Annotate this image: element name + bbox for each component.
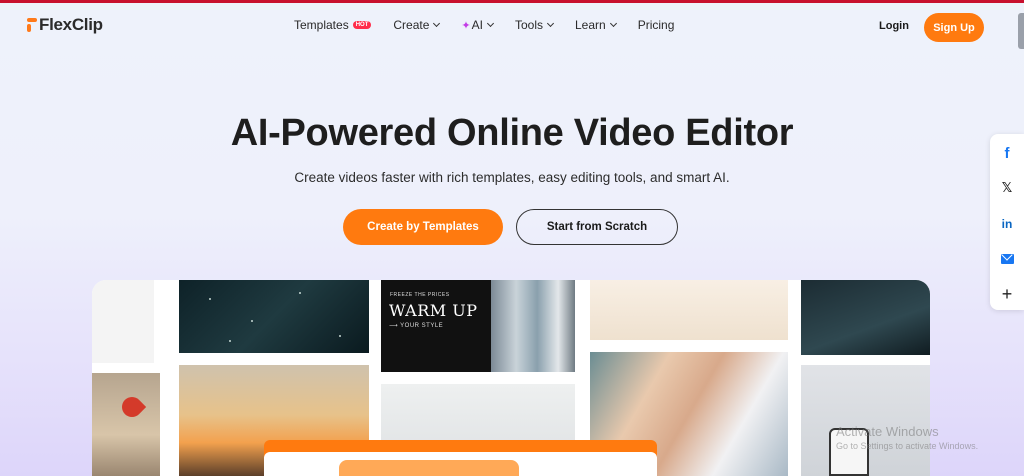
chevron-down-icon xyxy=(546,19,555,28)
logo-mark-icon xyxy=(26,17,38,33)
main-nav: Templates HOT Create ✦ AI Tools Learn Pr… xyxy=(294,18,696,32)
people-photo xyxy=(491,280,575,372)
watermark-subtitle: Go to Settings to activate Windows. xyxy=(836,441,979,451)
nav-label: Learn xyxy=(574,18,606,32)
sparkle-dot xyxy=(299,292,301,294)
chevron-down-icon xyxy=(486,19,495,28)
warm-up-title: WARM UP xyxy=(389,301,478,320)
nav-label: Templates xyxy=(294,18,349,32)
flexclip-logo[interactable]: FlexClip xyxy=(26,15,103,35)
sparkle-dot xyxy=(229,340,231,342)
signup-button[interactable]: Sign Up xyxy=(924,13,984,42)
login-link[interactable]: Login xyxy=(879,20,909,32)
nav-item-learn[interactable]: Learn xyxy=(574,18,617,32)
share-email-button[interactable] xyxy=(990,244,1024,274)
stats-card xyxy=(264,440,657,476)
activate-windows-watermark: Activate Windows Go to Settings to activ… xyxy=(836,424,978,451)
share-linkedin-button[interactable]: in xyxy=(990,209,1024,239)
collage-tile-flowers[interactable] xyxy=(92,373,160,476)
watermark-title: Activate Windows xyxy=(836,424,939,439)
warm-up-style: ⟶ YOUR STYLE xyxy=(389,323,444,329)
share-sidebar: f 𝕏 in + xyxy=(990,134,1024,310)
start-from-scratch-button[interactable]: Start from Scratch xyxy=(516,209,678,245)
plus-icon: + xyxy=(1001,283,1013,304)
mail-icon xyxy=(1000,254,1014,264)
sparkle-icon: ✦ xyxy=(461,19,471,32)
linkedin-icon: in xyxy=(1001,217,1013,231)
sparkle-dot xyxy=(209,298,211,300)
facebook-icon: f xyxy=(1004,144,1010,162)
share-facebook-button[interactable]: f xyxy=(990,138,1024,168)
side-tab-handle[interactable] xyxy=(1018,13,1024,49)
chevron-down-icon xyxy=(609,19,617,28)
nav-item-ai[interactable]: ✦ AI xyxy=(461,18,495,32)
share-x-button[interactable]: 𝕏 xyxy=(990,173,1024,203)
template-collage: FREEZE THE PRICES WARM UP ⟶ YOUR STYLE xyxy=(92,280,930,476)
site-header: FlexClip Templates HOT Create ✦ AI Tools… xyxy=(0,3,1024,49)
sparkle-dot xyxy=(339,335,341,337)
nav-label: AI xyxy=(471,18,483,32)
collage-tile-dark[interactable] xyxy=(801,280,930,355)
stats-number-shape xyxy=(339,460,519,476)
nav-label: Tools xyxy=(514,18,543,32)
collage-tile-warm-up[interactable]: FREEZE THE PRICES WARM UP ⟶ YOUR STYLE xyxy=(381,280,575,372)
collage-tile-city-night[interactable] xyxy=(179,280,369,353)
nav-item-tools[interactable]: Tools xyxy=(514,18,555,32)
nav-item-templates[interactable]: Templates HOT xyxy=(294,18,372,32)
flower-shape xyxy=(117,392,147,422)
page-title: AI-Powered Online Video Editor xyxy=(230,112,794,154)
chevron-down-icon xyxy=(433,19,441,28)
collage-tile[interactable] xyxy=(92,280,154,363)
create-by-templates-button[interactable]: Create by Templates xyxy=(343,209,503,245)
nav-item-create[interactable]: Create xyxy=(393,18,441,32)
hero-subtitle: Create videos faster with rich templates… xyxy=(294,170,730,185)
hot-badge: HOT xyxy=(352,21,372,29)
x-icon: 𝕏 xyxy=(1001,180,1013,195)
collage-tile-cream[interactable] xyxy=(590,280,788,340)
nav-label: Pricing xyxy=(637,18,675,32)
logo-text: FlexClip xyxy=(39,15,103,34)
share-more-button[interactable]: + xyxy=(990,279,1024,309)
sparkle-dot xyxy=(251,320,253,322)
nav-item-pricing[interactable]: Pricing xyxy=(638,18,675,32)
nav-label: Create xyxy=(393,18,430,32)
warm-up-tagline: FREEZE THE PRICES xyxy=(390,292,450,298)
